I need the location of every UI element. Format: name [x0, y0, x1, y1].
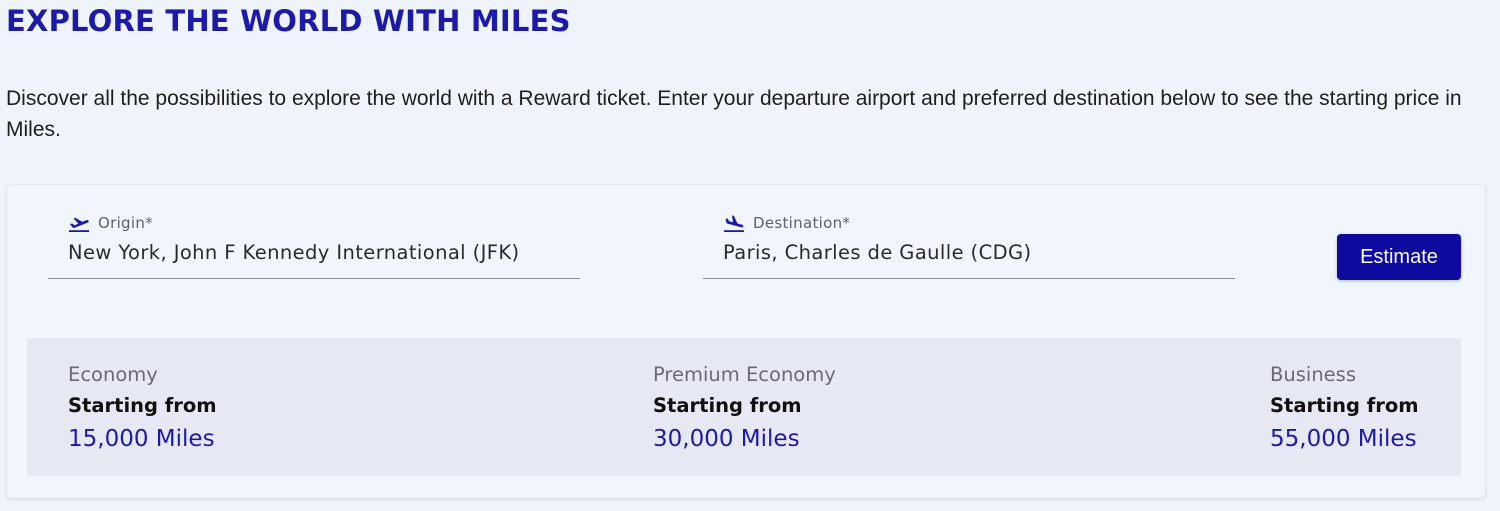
destination-label: Destination* — [753, 214, 851, 232]
cabin-name: Premium Economy — [653, 363, 836, 386]
origin-label-row: Origin* — [68, 212, 153, 234]
miles-value: 55,000 Miles — [1270, 426, 1417, 452]
page-title: EXPLORE THE WORLD WITH MILES — [6, 4, 571, 38]
destination-field[interactable]: Destination* Paris, Charles de Gaulle (C… — [703, 212, 1235, 279]
miles-estimator-card: Origin* New York, John F Kennedy Interna… — [7, 185, 1485, 498]
starting-from-label: Starting from — [68, 394, 217, 417]
intro-text: Discover all the possibilities to explor… — [6, 87, 1462, 141]
results-panel: Economy Starting from 15,000 Miles Premi… — [27, 338, 1461, 476]
origin-field[interactable]: Origin* New York, John F Kennedy Interna… — [48, 212, 580, 279]
cabin-name: Business — [1270, 363, 1356, 386]
plane-takeoff-icon — [68, 214, 90, 232]
origin-label: Origin* — [98, 214, 153, 232]
plane-landing-icon — [723, 214, 745, 232]
cabin-name: Economy — [68, 363, 158, 386]
miles-value: 30,000 Miles — [653, 426, 800, 452]
result-economy: Economy Starting from 15,000 Miles — [68, 360, 217, 456]
starting-from-label: Starting from — [1270, 394, 1419, 417]
result-business: Business Starting from 55,000 Miles — [1270, 360, 1419, 456]
destination-label-row: Destination* — [723, 212, 850, 234]
estimate-button[interactable]: Estimate — [1337, 234, 1461, 280]
destination-input[interactable]: Paris, Charles de Gaulle (CDG) — [723, 241, 1032, 264]
result-premium-economy: Premium Economy Starting from 30,000 Mil… — [653, 360, 836, 456]
origin-input[interactable]: New York, John F Kennedy International (… — [68, 241, 520, 264]
starting-from-label: Starting from — [653, 394, 802, 417]
miles-value: 15,000 Miles — [68, 426, 215, 452]
